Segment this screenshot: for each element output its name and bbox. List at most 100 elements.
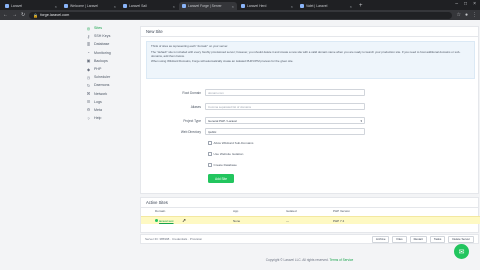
aliases-input[interactable]: Comma separated list of domains — [205, 103, 365, 110]
sidebar-item-label: Scheduler — [94, 75, 111, 80]
close-icon[interactable]: × — [291, 4, 293, 9]
site-domain-cell[interactable]: laravel.test — [155, 219, 174, 223]
site-domain-link[interactable]: laravel.test — [159, 219, 174, 223]
server-status-bar: Server ID: 385998 · Credentials · Provis… — [140, 234, 479, 244]
sidebar-item-database[interactable]: ≣ Database — [80, 40, 138, 48]
sidebar-item-label: Daemons — [94, 83, 110, 88]
minimize-icon[interactable]: – — [455, 1, 458, 7]
sidebar-item-logs[interactable]: ☰ Logs — [80, 98, 138, 106]
root-domain-label: Root Domain — [182, 90, 201, 95]
isolation-checkbox[interactable] — [208, 152, 212, 156]
backup-icon: ▣ — [86, 58, 91, 64]
clock-icon: ◷ — [86, 74, 91, 80]
add-site-button[interactable]: Add Site — [208, 174, 234, 183]
close-window-icon[interactable]: × — [473, 1, 476, 7]
globe-icon: ◎ — [86, 25, 91, 31]
table-row[interactable]: laravel.test None — PHP 7.4 ➚ — [141, 216, 480, 224]
maximize-icon[interactable]: □ — [464, 1, 467, 7]
column-header: Domain — [155, 209, 166, 213]
daemon-icon: ↻ — [86, 82, 91, 88]
browser-tab[interactable]: Laravel × — [2, 2, 60, 10]
server-sidebar: ◎ Sites ⚷ SSH Keys ≣ Database ◔ Monitoring ▣… — [80, 20, 138, 244]
column-header: App — [233, 209, 239, 213]
close-icon[interactable]: × — [114, 4, 116, 9]
new-site-title: New Site — [141, 27, 478, 37]
sidebar-item-label: Backups — [94, 58, 108, 63]
tasks-button[interactable]: Tasks — [429, 235, 446, 243]
column-header: Isolated — [286, 209, 297, 213]
web-directory-value: /public — [208, 129, 217, 134]
star-icon[interactable]: ☆ — [456, 12, 460, 18]
favicon-icon — [64, 4, 68, 8]
wildcard-checkbox-row[interactable]: Allow Wildcard Sub-Domains — [208, 140, 253, 146]
archive-button[interactable]: Archive — [371, 235, 390, 243]
create-database-checkbox[interactable] — [208, 163, 212, 167]
php-icon: ◆ — [86, 66, 91, 72]
sidebar-item-meta[interactable]: ⚙ Meta — [80, 106, 138, 114]
close-icon[interactable]: × — [55, 4, 57, 9]
back-icon[interactable]: ← — [3, 10, 8, 20]
close-icon[interactable]: × — [173, 4, 175, 9]
root-domain-input[interactable]: domain.com — [205, 89, 365, 96]
tab-title: Laravel Herd — [247, 4, 267, 8]
info-text: When using Wildcard Domains, Forge will … — [151, 59, 294, 64]
reload-icon[interactable]: ↻ — [21, 10, 25, 20]
sidebar-item-scheduler[interactable]: ◷ Scheduler — [80, 73, 138, 81]
sidebar-item-backups[interactable]: ▣ Backups — [80, 57, 138, 65]
wildcard-checkbox[interactable] — [208, 141, 212, 145]
forward-icon[interactable]: → — [12, 10, 17, 20]
site-isolated-cell: — — [286, 218, 289, 223]
chat-support-button[interactable]: ✉ — [454, 244, 469, 259]
project-type-row: Project Type General PHP / Laravel ▾ — [141, 117, 480, 124]
tab-title: Valet | Laravel — [306, 4, 328, 8]
database-icon: ≣ — [86, 41, 91, 47]
browser-toolbar: ← → ↻ 🔒 forge.laravel.com ☆ ● ⋮ — [0, 10, 480, 20]
close-icon[interactable]: × — [350, 4, 352, 9]
sidebar-item-daemons[interactable]: ↻ Daemons — [80, 81, 138, 89]
sidebar-item-sites[interactable]: ◎ Sites — [80, 24, 138, 32]
aliases-placeholder: Comma separated list of domains — [208, 104, 252, 109]
browser-tab-active[interactable]: Laravel Forge | Server × — [179, 2, 237, 10]
sidebar-item-ssh-keys[interactable]: ⚷ SSH Keys — [80, 32, 138, 40]
sidebar-item-php[interactable]: ◆ PHP — [80, 65, 138, 73]
checkbox-label: Use Website Isolation — [213, 152, 244, 156]
browser-tab[interactable]: Welcome | Laravel × — [61, 2, 119, 10]
favicon-icon — [300, 4, 304, 8]
active-sites-panel: Active Sites Domain App Isolated PHP Ver… — [140, 197, 480, 233]
close-icon[interactable]: × — [232, 4, 234, 9]
checkbox-label: Allow Wildcard Sub-Domains — [213, 141, 254, 145]
files-button[interactable]: Files — [392, 235, 407, 243]
create-database-checkbox-row[interactable]: Create Database — [208, 162, 237, 168]
restart-button[interactable]: Restart — [409, 235, 427, 243]
browser-tab[interactable]: Valet | Laravel × — [297, 2, 355, 10]
new-tab-button[interactable]: + — [356, 2, 366, 10]
delete-server-button[interactable]: Delete Server — [448, 235, 474, 243]
browser-tab[interactable]: Laravel Herd × — [238, 2, 296, 10]
aliases-row: Aliases Comma separated list of domains — [141, 103, 480, 110]
web-directory-input[interactable]: /public — [205, 128, 365, 135]
project-type-select[interactable]: General PHP / Laravel ▾ — [205, 117, 365, 124]
sidebar-item-network[interactable]: ⌘ Network — [80, 90, 138, 98]
sidebar-item-label: Database — [94, 42, 110, 47]
root-domain-row: Root Domain domain.com — [141, 89, 480, 96]
terms-link[interactable]: Terms of Service — [330, 258, 354, 262]
menu-icon[interactable]: ⋮ — [472, 12, 477, 18]
favicon-icon — [241, 4, 245, 8]
gear-icon: ⚙ — [86, 107, 91, 113]
toolbar-icons: ☆ ● ⋮ — [456, 12, 477, 18]
tab-title: Welcome | Laravel — [70, 4, 98, 8]
browser-tab[interactable]: Laravel Sail × — [120, 2, 178, 10]
column-header: PHP Version — [333, 209, 350, 213]
chevron-down-icon: ▾ — [360, 118, 362, 123]
sidebar-item-help[interactable]: ? Help — [80, 114, 138, 122]
profile-icon[interactable]: ● — [465, 12, 468, 18]
isolation-checkbox-row[interactable]: Use Website Isolation — [208, 151, 243, 157]
tab-title: Laravel Forge | Server — [188, 4, 222, 8]
status-dot-icon — [155, 219, 158, 223]
sidebar-item-monitoring[interactable]: ◔ Monitoring — [80, 49, 138, 57]
chat-icon: ✉ — [458, 248, 465, 256]
favicon-icon — [123, 4, 127, 8]
sidebar-item-label: SSH Keys — [94, 34, 111, 39]
address-bar[interactable]: 🔒 forge.laravel.com — [29, 11, 453, 19]
site-php-cell: PHP 7.4 — [333, 218, 345, 223]
